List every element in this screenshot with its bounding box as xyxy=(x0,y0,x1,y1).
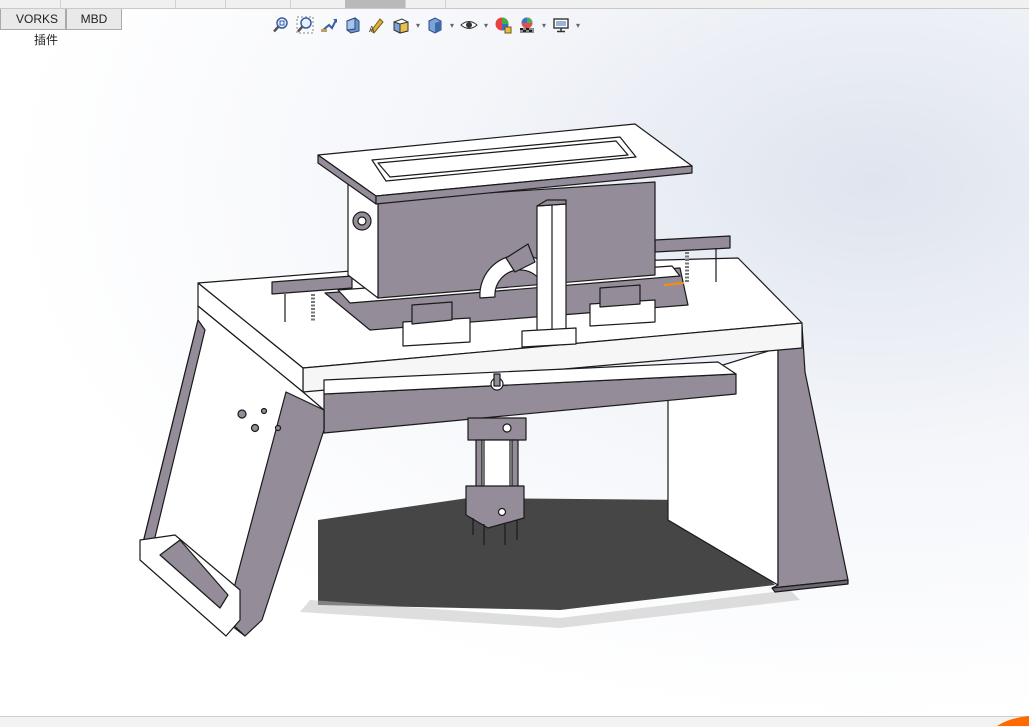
heads-up-view-toolbar: A ▾ ▾ ▾ ▾ ▾ xyxy=(270,12,582,38)
leg-hole xyxy=(237,409,247,419)
view-orientation-icon[interactable] xyxy=(390,14,412,36)
display-style-icon[interactable] xyxy=(424,14,446,36)
orange-corner-icon xyxy=(997,716,1029,726)
chevron-down-icon[interactable]: ▾ xyxy=(540,14,548,36)
cylinder-bottom-port xyxy=(497,507,507,517)
right-clamp-step xyxy=(599,284,641,308)
dynamic-annotation-views-icon[interactable]: A xyxy=(366,14,388,36)
right-leg-front xyxy=(771,324,849,589)
post-base xyxy=(521,327,577,348)
edit-appearance-icon[interactable] xyxy=(492,14,514,36)
cylinder-top-block xyxy=(467,417,527,441)
apply-scene-icon[interactable] xyxy=(516,14,538,36)
leg-hole xyxy=(274,424,282,432)
zoom-to-fit-icon[interactable] xyxy=(270,14,292,36)
graphics-area[interactable] xyxy=(0,38,1029,718)
strip-segment-active[interactable] xyxy=(345,0,406,8)
tab-mbd[interactable]: MBD xyxy=(66,9,122,30)
section-view-icon[interactable] xyxy=(342,14,364,36)
right-lever-bar xyxy=(654,235,731,253)
hide-show-items-icon[interactable] xyxy=(458,14,480,36)
top-strip xyxy=(0,0,1029,9)
chevron-down-icon[interactable]: ▾ xyxy=(414,14,422,36)
leg-hole xyxy=(250,423,260,433)
box-side-boss-inner xyxy=(357,216,367,226)
zoom-to-area-icon[interactable] xyxy=(294,14,316,36)
leg-hole xyxy=(260,407,268,415)
view-settings-icon[interactable] xyxy=(550,14,572,36)
strip-segment[interactable] xyxy=(0,0,61,8)
strip-segment[interactable] xyxy=(60,0,176,8)
left-clamp-step xyxy=(411,301,453,325)
chevron-down-icon[interactable]: ▾ xyxy=(482,14,490,36)
strip-segment[interactable] xyxy=(405,0,446,8)
strip-segment[interactable] xyxy=(290,0,346,8)
strip-segment[interactable] xyxy=(225,0,291,8)
cylinder-top-port xyxy=(502,423,512,433)
status-strip xyxy=(0,716,1029,727)
strip-segment[interactable] xyxy=(175,0,226,8)
svg-text:A: A xyxy=(369,25,375,34)
previous-view-icon[interactable] xyxy=(318,14,340,36)
tab-solidworks-addins[interactable]: VORKS 插件 xyxy=(0,9,66,47)
chevron-down-icon[interactable]: ▾ xyxy=(448,14,456,36)
cylinder-mount-stem xyxy=(493,373,501,387)
command-manager-tabs: VORKS 插件 MBD xyxy=(0,9,122,47)
chevron-down-icon[interactable]: ▾ xyxy=(574,14,582,36)
